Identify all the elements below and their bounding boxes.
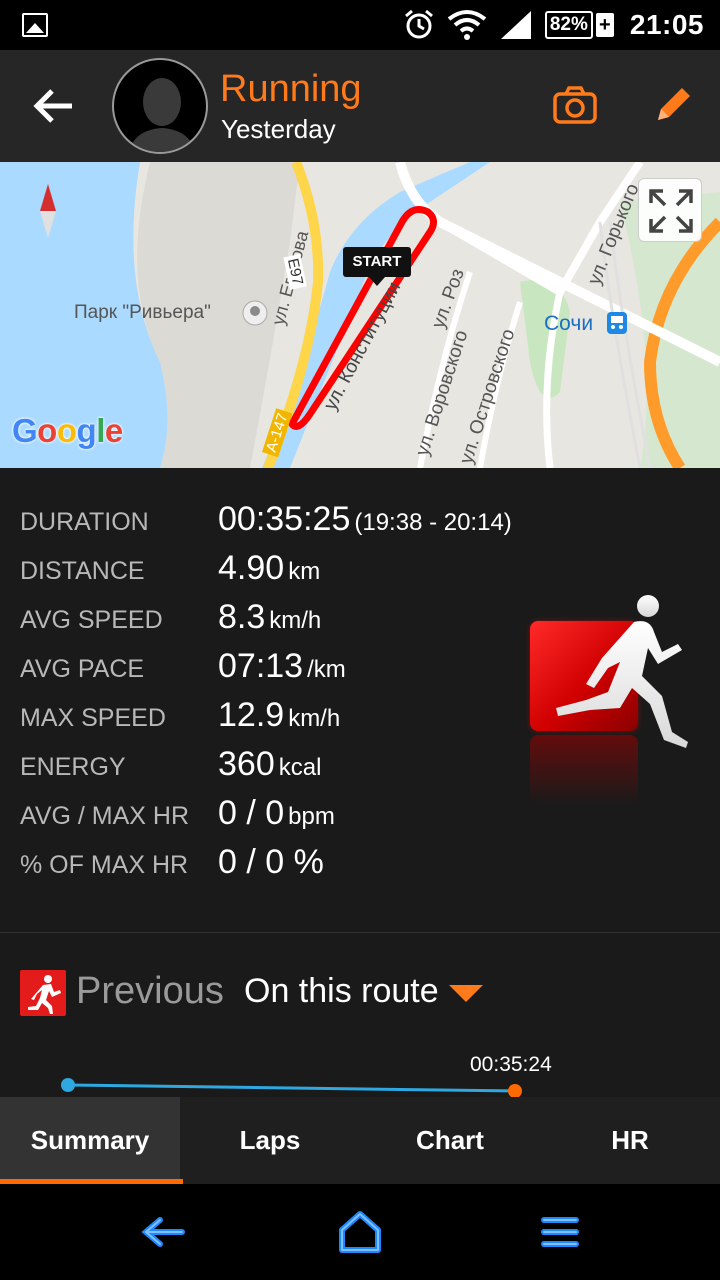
nav-home-icon [339, 1211, 381, 1253]
running-sport-icon [20, 970, 66, 1016]
nav-menu-button[interactable] [534, 1208, 586, 1256]
camera-button[interactable] [552, 84, 598, 126]
camera-icon [553, 86, 597, 124]
previous-label: Previous [76, 970, 224, 1012]
google-logo: Google [12, 412, 123, 449]
stat-value: 360 kcal [218, 745, 321, 784]
nav-back-button[interactable] [136, 1208, 188, 1256]
stat-row-duration: DURATION 00:35:25 (19:38 - 20:14) [0, 500, 720, 540]
page-subtitle: Yesterday [221, 114, 336, 144]
pencil-icon [658, 88, 690, 120]
value-unit: km/h [288, 705, 341, 732]
wifi-icon [447, 10, 487, 40]
value-number: 07:13 [218, 647, 304, 685]
user-silhouette-icon [128, 78, 196, 152]
stat-row-distance: DISTANCE 4.90 km [0, 549, 720, 589]
tab-laps[interactable]: Laps [180, 1097, 360, 1184]
stat-value: 0 / 0 bpm [218, 794, 335, 833]
page-title: Running [220, 68, 362, 110]
value-number: 4.90 [218, 549, 285, 587]
tab-hr[interactable]: HR [540, 1097, 720, 1184]
stat-value: 0 / 0 % [218, 843, 328, 882]
charging-indicator: + [595, 13, 614, 37]
previous-section: Previous On this route 00:35:24 [0, 933, 720, 1097]
clock: 21:05 [629, 9, 704, 40]
stat-label: DISTANCE [20, 557, 145, 585]
tab-bar: Summary Laps Chart HR [0, 1097, 720, 1184]
chart-point-last [508, 1084, 522, 1097]
stat-value: 07:13/km [218, 647, 346, 686]
battery-icon: 82% + [544, 11, 614, 39]
nav-back-icon [141, 1217, 185, 1247]
value-number: 0 / 0 % [218, 843, 324, 881]
park-icon [242, 300, 268, 326]
edit-button[interactable] [652, 82, 696, 126]
stat-label: AVG PACE [20, 655, 145, 683]
stat-label: % OF MAX HR [20, 851, 189, 879]
runner-icon [556, 595, 688, 748]
start-marker[interactable]: START [343, 247, 411, 286]
value-number: 12.9 [218, 696, 285, 734]
signal-icon [500, 11, 531, 39]
stat-value: 4.90 km [218, 549, 320, 588]
previous-chart [61, 1078, 522, 1097]
gallery-icon [22, 13, 48, 37]
stat-label: ENERGY [20, 753, 126, 781]
value-unit: km [288, 558, 321, 585]
app-header: Running Yesterday [0, 50, 720, 162]
stat-row-pct-max-hr: % OF MAX HR 0 / 0 % [0, 843, 720, 883]
chart-point-first [61, 1078, 75, 1092]
value-unit: /km [307, 656, 346, 683]
tab-chart[interactable]: Chart [360, 1097, 540, 1184]
route-filter-dropdown[interactable]: On this route [244, 972, 483, 1011]
nav-menu-icon [541, 1217, 579, 1247]
nav-home-button[interactable] [334, 1208, 386, 1256]
value-unit: bpm [288, 803, 335, 830]
map-label-park: Парк "Ривьера" [74, 302, 211, 323]
stat-label: AVG / MAX HR [20, 802, 190, 830]
status-right: 82% + 21:05 [403, 0, 704, 50]
value-unit: kcal [278, 754, 322, 781]
value-number: 0 / 0 [218, 794, 285, 832]
map-label-sochi: Сочи [544, 312, 594, 335]
train-station-icon [607, 312, 627, 334]
route-filter-value: On this route [244, 972, 439, 1010]
alarm-icon [404, 9, 433, 39]
status-bar: 82% + 21:05 [0, 0, 720, 50]
fullscreen-button[interactable] [638, 178, 702, 242]
expand-icon [649, 189, 693, 233]
value-unit: km/h [269, 607, 322, 634]
stat-label: AVG SPEED [20, 606, 163, 634]
compass-icon[interactable] [38, 184, 58, 238]
value-number: 8.3 [218, 598, 266, 636]
back-arrow-icon [33, 89, 72, 123]
stat-value: 00:35:25 (19:38 - 20:14) [218, 500, 512, 539]
dropdown-caret-icon [448, 984, 483, 1002]
tab-summary[interactable]: Summary [0, 1097, 183, 1184]
value-number: 00:35:25 [218, 500, 351, 538]
battery-level: 82% [544, 11, 593, 39]
back-button[interactable] [30, 86, 78, 126]
stat-value: 12.9 km/h [218, 696, 340, 735]
avatar[interactable] [112, 58, 208, 154]
stat-value: 8.3 km/h [218, 598, 321, 637]
value-number: 360 [218, 745, 275, 783]
stat-label: DURATION [20, 508, 149, 536]
system-nav-bar [0, 1184, 720, 1280]
stat-label: MAX SPEED [20, 704, 166, 732]
value-unit: (19:38 - 20:14) [354, 509, 512, 536]
route-map[interactable]: Парк "Ривьера" ул. Егорова E97 ул. Конст… [0, 162, 720, 468]
